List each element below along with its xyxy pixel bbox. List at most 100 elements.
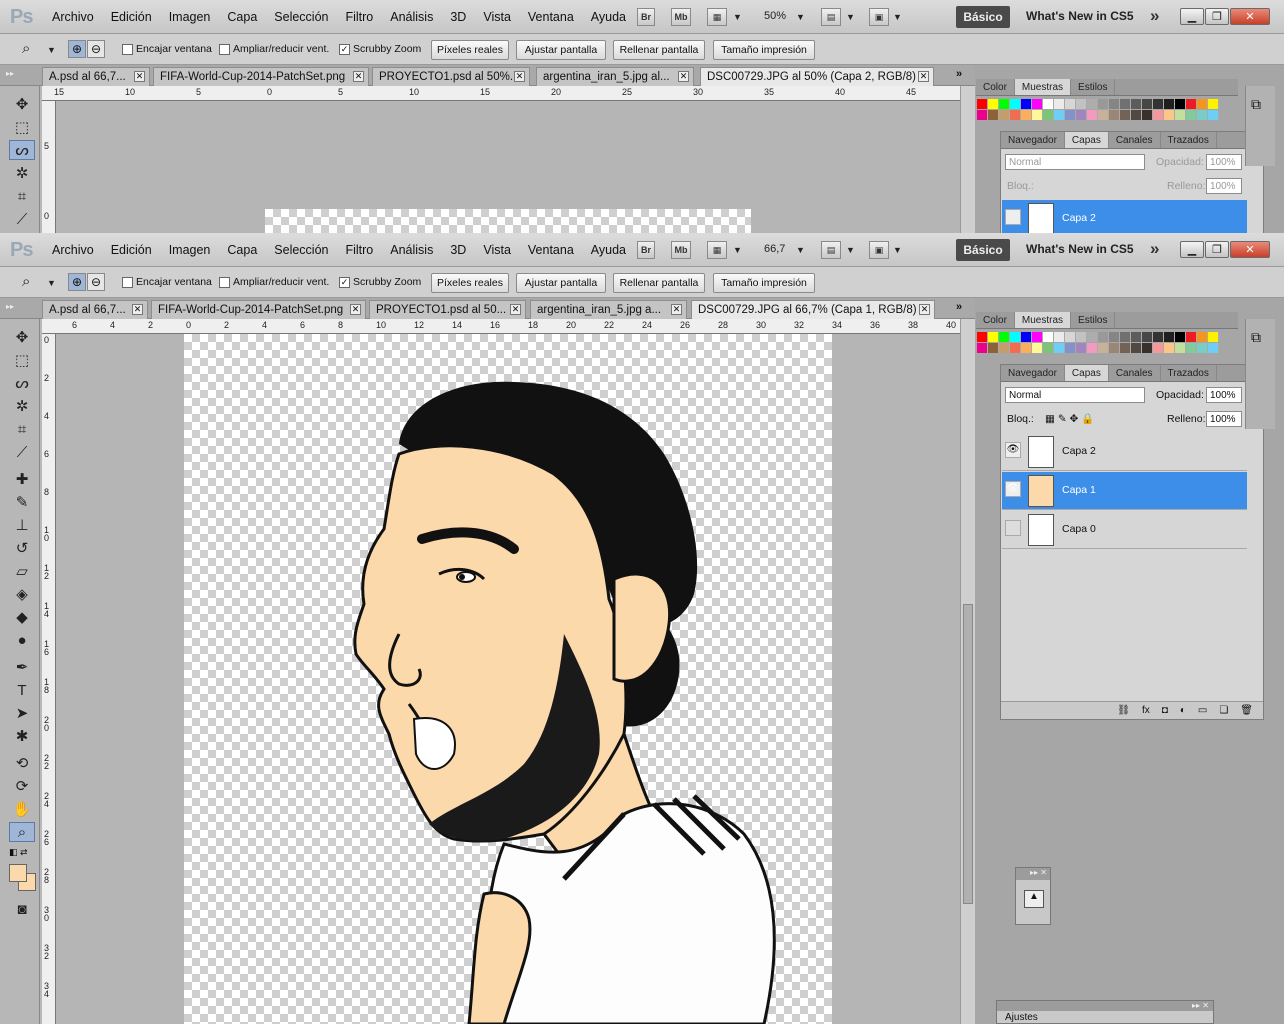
menu-ventana[interactable]: Ventana bbox=[528, 10, 574, 24]
color-swatch[interactable] bbox=[1010, 343, 1021, 353]
color-swatch[interactable] bbox=[988, 343, 999, 353]
menu-archivo[interactable]: Archivo bbox=[52, 243, 94, 257]
eyedropper-icon[interactable]: ⟋ bbox=[9, 442, 35, 462]
color-swatch[interactable] bbox=[1186, 343, 1197, 353]
doc-tab[interactable]: argentina_iran_5.jpg a... ✕ bbox=[530, 300, 687, 319]
tab-navegador[interactable]: Navegador bbox=[1001, 132, 1065, 148]
color-swatch[interactable] bbox=[988, 110, 999, 120]
more-workspaces-button[interactable]: » bbox=[1150, 6, 1159, 26]
tab-estilos[interactable]: Estilos bbox=[1071, 312, 1116, 328]
resize-window-checkbox[interactable]: Ampliar/reducir vent. bbox=[219, 276, 329, 288]
blend-mode-select[interactable]: Normal bbox=[1005, 154, 1145, 170]
color-swatch[interactable] bbox=[1153, 110, 1164, 120]
adjustment-icon[interactable]: ◐ bbox=[1180, 705, 1186, 716]
menu-vista[interactable]: Vista bbox=[483, 243, 511, 257]
layer-row-capa-0[interactable]: Capa 0 bbox=[1002, 511, 1247, 549]
eyedropper-icon[interactable]: ⟋ bbox=[9, 209, 35, 229]
color-swatch[interactable] bbox=[1131, 99, 1142, 109]
tab-trazados[interactable]: Trazados bbox=[1161, 365, 1217, 381]
chevron-down-icon[interactable]: ▼ bbox=[846, 245, 855, 255]
close-tab-icon[interactable]: ✕ bbox=[514, 71, 525, 82]
color-swatch[interactable] bbox=[1065, 343, 1076, 353]
color-swatch[interactable] bbox=[1131, 343, 1142, 353]
menu-filtro[interactable]: Filtro bbox=[345, 243, 373, 257]
scrubby-zoom-checkbox[interactable]: ✓ Scrubby Zoom bbox=[339, 43, 421, 55]
fit-window-checkbox[interactable]: Encajar ventana bbox=[122, 276, 212, 288]
menu-3d[interactable]: 3D bbox=[450, 243, 466, 257]
collapse-icon[interactable]: ▸▸ ✕ bbox=[1016, 868, 1050, 880]
document-canvas[interactable] bbox=[265, 209, 751, 233]
color-swatch[interactable] bbox=[1186, 99, 1197, 109]
more-workspaces-button[interactable]: » bbox=[1150, 239, 1159, 259]
print-size-button[interactable]: Tamaño impresión bbox=[713, 273, 815, 293]
trash-icon[interactable]: 🗑 bbox=[1240, 705, 1253, 716]
color-swatch[interactable] bbox=[1098, 332, 1109, 342]
close-tab-icon[interactable]: ✕ bbox=[918, 71, 929, 82]
stamp-tool-icon[interactable]: ⊥ bbox=[9, 515, 35, 535]
fill-field[interactable]: 100% bbox=[1206, 178, 1242, 194]
whats-new-button[interactable]: What's New in CS5 bbox=[1026, 242, 1134, 256]
bridge-button[interactable]: Br bbox=[637, 241, 655, 259]
doc-tab[interactable]: PROYECTO1.psd al 50%... ✕ bbox=[372, 67, 530, 86]
zoom-out-icon[interactable]: ⊖ bbox=[87, 40, 105, 58]
scrollbar-thumb[interactable] bbox=[963, 604, 973, 904]
type-tool-icon[interactable]: T bbox=[9, 680, 35, 700]
chevron-down-icon[interactable]: ▼ bbox=[47, 278, 56, 288]
zoom-tool-icon[interactable]: ⌕ bbox=[9, 822, 35, 842]
zoom-in-icon[interactable]: ⊕ bbox=[68, 273, 86, 291]
marquee-tool-icon[interactable]: ⬚ bbox=[9, 117, 35, 137]
doc-tab[interactable]: A.psd al 66,7... ✕ bbox=[42, 67, 150, 86]
fit-screen-button[interactable]: Ajustar pantalla bbox=[516, 40, 606, 60]
color-swatch[interactable] bbox=[1109, 343, 1120, 353]
more-tabs-icon[interactable]: » bbox=[956, 68, 962, 80]
healing-brush-icon[interactable]: ✚ bbox=[9, 469, 35, 489]
color-swatch[interactable] bbox=[1208, 99, 1219, 109]
tab-color[interactable]: Color bbox=[976, 312, 1015, 328]
tab-navegador[interactable]: Navegador bbox=[1001, 365, 1065, 381]
menu-imagen[interactable]: Imagen bbox=[169, 243, 211, 257]
foreground-color-swatch[interactable] bbox=[9, 864, 27, 882]
color-swatch[interactable] bbox=[1142, 332, 1153, 342]
color-swatch[interactable] bbox=[1076, 99, 1087, 109]
fill-field[interactable]: 100% bbox=[1206, 411, 1242, 427]
doc-tab[interactable]: PROYECTO1.psd al 50... ✕ bbox=[369, 300, 526, 319]
checkbox-box[interactable]: ✓ bbox=[339, 276, 350, 288]
close-tab-icon[interactable]: ✕ bbox=[132, 304, 143, 315]
color-swatch[interactable] bbox=[1054, 110, 1065, 120]
color-swatch[interactable] bbox=[1131, 110, 1142, 120]
color-swatch[interactable] bbox=[1076, 343, 1087, 353]
color-swatch[interactable] bbox=[1010, 99, 1021, 109]
color-swatch[interactable] bbox=[1131, 332, 1142, 342]
chevron-down-icon[interactable]: ▼ bbox=[47, 45, 56, 55]
chevron-down-icon[interactable]: ▼ bbox=[893, 245, 902, 255]
checkbox-box[interactable] bbox=[219, 43, 230, 55]
doc-tab-active[interactable]: DSC00729.JPG al 66,7% (Capa 1, RGB/8) * ✕ bbox=[691, 300, 935, 319]
resize-window-checkbox[interactable]: Ampliar/reducir vent. bbox=[219, 43, 329, 55]
color-swatch[interactable] bbox=[1197, 99, 1208, 109]
color-swatch[interactable] bbox=[1153, 332, 1164, 342]
blur-tool-icon[interactable]: ◆ bbox=[9, 607, 35, 627]
move-tool-icon[interactable]: ✥ bbox=[9, 327, 35, 347]
zoom-level[interactable]: 66,7 bbox=[764, 243, 785, 255]
menu-ayuda[interactable]: Ayuda bbox=[591, 10, 626, 24]
color-swatch[interactable] bbox=[1175, 332, 1186, 342]
chevron-down-icon[interactable]: ▼ bbox=[796, 12, 805, 22]
color-swatch[interactable] bbox=[1043, 343, 1054, 353]
tab-ajustes[interactable]: Ajustes bbox=[1005, 1012, 1038, 1023]
checkbox-box[interactable]: ✓ bbox=[339, 43, 350, 55]
fit-screen-button[interactable]: Ajustar pantalla bbox=[516, 273, 606, 293]
zoom-tool-icon[interactable]: ⌕ bbox=[22, 273, 30, 290]
tab-capas[interactable]: Capas bbox=[1064, 132, 1109, 148]
minimize-button[interactable]: ▁ bbox=[1180, 241, 1204, 258]
actual-pixels-button[interactable]: Píxeles reales bbox=[431, 273, 509, 293]
close-tab-icon[interactable]: ✕ bbox=[134, 71, 145, 82]
color-swatch[interactable] bbox=[1164, 343, 1175, 353]
swatches-row[interactable] bbox=[977, 99, 1219, 109]
visibility-icon[interactable] bbox=[1005, 209, 1021, 225]
doc-tab[interactable]: argentina_iran_5.jpg al... ✕ bbox=[536, 67, 694, 86]
zoom-tool-icon[interactable]: ⌕ bbox=[22, 40, 30, 57]
color-swatch[interactable] bbox=[1197, 343, 1208, 353]
close-tab-icon[interactable]: ✕ bbox=[919, 304, 930, 315]
layer-row-capa-1[interactable]: 👁 Capa 1 bbox=[1002, 472, 1247, 510]
print-size-button[interactable]: Tamaño impresión bbox=[713, 40, 815, 60]
